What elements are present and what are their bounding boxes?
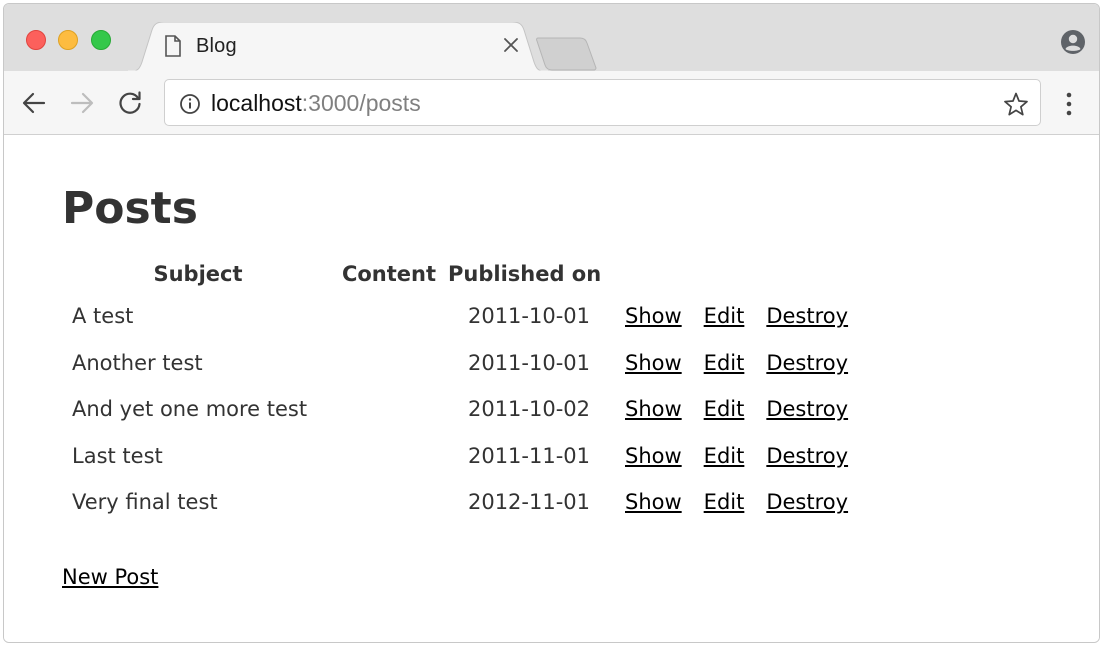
tab-title: Blog <box>196 35 237 57</box>
new-tab-button[interactable] <box>536 37 600 71</box>
action-cell: Edit <box>693 433 756 480</box>
action-cell: Edit <box>693 340 756 387</box>
info-icon[interactable] <box>179 93 201 115</box>
show-link[interactable]: Show <box>625 490 682 514</box>
post-published-on: 2011-10-01 <box>467 304 591 329</box>
table-row: Another test 2011-10-01 Show Edit Destro… <box>62 340 859 387</box>
show-link[interactable]: Show <box>625 444 682 468</box>
column-header-actions <box>755 255 859 293</box>
back-arrow-icon[interactable] <box>20 89 48 117</box>
post-subject: Very final test <box>72 490 218 515</box>
action-cell: Destroy <box>755 433 859 480</box>
post-published-on: 2011-10-01 <box>467 350 591 375</box>
action-cell: Edit <box>693 479 756 526</box>
edit-link[interactable]: Edit <box>704 444 745 468</box>
close-icon[interactable] <box>500 34 522 56</box>
post-content <box>334 433 444 480</box>
column-header-published-on: Published on <box>448 262 602 286</box>
action-cell: Destroy <box>755 340 859 387</box>
action-cell: Edit <box>693 386 756 433</box>
window-zoom-button[interactable] <box>91 30 111 50</box>
posts-table: Subject Content Published on A test 2011… <box>62 255 859 526</box>
kebab-menu-icon[interactable] <box>1064 91 1074 117</box>
window-close-button[interactable] <box>26 30 46 50</box>
destroy-link[interactable]: Destroy <box>766 490 848 514</box>
show-link[interactable]: Show <box>625 351 682 375</box>
column-header-content: Content <box>341 262 437 286</box>
post-content <box>334 479 444 526</box>
column-header-actions <box>614 255 693 293</box>
show-link[interactable]: Show <box>625 304 682 328</box>
table-row: Very final test 2012-11-01 Show Edit Des… <box>62 479 859 526</box>
reload-icon[interactable] <box>116 89 144 117</box>
post-subject: Another test <box>72 350 203 375</box>
browser-toolbar: localhost:3000/posts <box>4 71 1099 135</box>
post-published-on: 2011-10-02 <box>467 397 591 422</box>
action-cell: Show <box>614 479 693 526</box>
url-text[interactable]: localhost:3000/posts <box>211 90 421 117</box>
post-content <box>334 386 444 433</box>
action-cell: Edit <box>693 293 756 340</box>
star-icon[interactable] <box>1003 91 1029 117</box>
page-title: Posts <box>62 183 198 234</box>
action-cell: Destroy <box>755 293 859 340</box>
column-header-subject: Subject <box>153 262 243 286</box>
forward-arrow-icon[interactable] <box>68 89 96 117</box>
destroy-link[interactable]: Destroy <box>766 444 848 468</box>
action-cell: Show <box>614 433 693 480</box>
destroy-link[interactable]: Destroy <box>766 351 848 375</box>
post-content <box>334 340 444 387</box>
table-row: And yet one more test 2011-10-02 Show Ed… <box>62 386 859 433</box>
tab-shape <box>128 22 548 72</box>
browser-window: Blog localhost:3000/posts Posts Subject … <box>3 3 1100 643</box>
action-cell: Show <box>614 340 693 387</box>
table-row: Last test 2011-11-01 Show Edit Destroy <box>62 433 859 480</box>
column-header-actions <box>693 255 756 293</box>
action-cell: Show <box>614 293 693 340</box>
tab-blog[interactable]: Blog <box>128 22 548 72</box>
table-row: A test 2011-10-01 Show Edit Destroy <box>62 293 859 340</box>
post-content <box>334 293 444 340</box>
edit-link[interactable]: Edit <box>704 490 745 514</box>
action-cell: Show <box>614 386 693 433</box>
post-published-on: 2012-11-01 <box>467 490 591 515</box>
show-link[interactable]: Show <box>625 397 682 421</box>
tab-strip: Blog <box>4 4 1099 72</box>
destroy-link[interactable]: Destroy <box>766 397 848 421</box>
action-cell: Destroy <box>755 386 859 433</box>
url-path: :3000/posts <box>301 90 421 116</box>
edit-link[interactable]: Edit <box>704 351 745 375</box>
profile-icon[interactable] <box>1060 29 1086 55</box>
post-published-on: 2011-11-01 <box>467 443 591 468</box>
edit-link[interactable]: Edit <box>704 304 745 328</box>
action-cell: Destroy <box>755 479 859 526</box>
post-subject: And yet one more test <box>72 397 308 422</box>
url-host: localhost <box>211 90 302 116</box>
page-content: Posts Subject Content Published on A tes… <box>4 135 1099 642</box>
post-subject: Last test <box>72 443 163 468</box>
table-header-row: Subject Content Published on <box>62 255 859 293</box>
window-minimize-button[interactable] <box>58 30 78 50</box>
destroy-link[interactable]: Destroy <box>766 304 848 328</box>
post-subject: A test <box>72 304 134 329</box>
address-bar[interactable]: localhost:3000/posts <box>164 79 1041 126</box>
new-post-link[interactable]: New Post <box>62 565 158 589</box>
edit-link[interactable]: Edit <box>704 397 745 421</box>
document-icon <box>165 35 181 57</box>
